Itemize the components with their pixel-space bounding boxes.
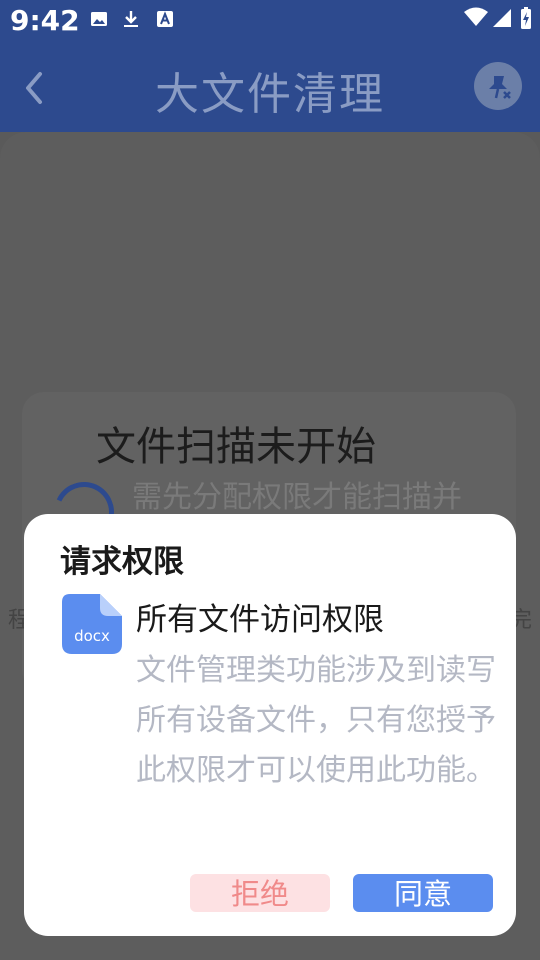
app-bar: 大文件清理 (0, 44, 540, 132)
download-icon (124, 11, 138, 27)
image-icon (91, 12, 107, 26)
scan-status-title: 文件扫描未开始 (96, 424, 376, 470)
pin-button[interactable] (474, 62, 522, 110)
agree-button[interactable]: 同意 (353, 874, 493, 912)
pin-icon (489, 76, 511, 99)
battery-icon (521, 7, 531, 29)
signal-icon (493, 9, 511, 27)
permission-description: 文件管理类功能涉及到读写所有设备文件，只有您授予此权限才可以使用此功能。 (136, 653, 496, 788)
permission-dialog: 请求权限 docx 所有文件访问权限 文件管理类功能涉及到读写所有设备文件，只有… (24, 514, 516, 936)
docx-file-icon: docx (62, 594, 122, 654)
deny-button[interactable]: 拒绝 (190, 874, 330, 912)
status-bar: 9:42 (0, 0, 540, 44)
scan-status-subtitle: 需先分配权限才能扫描并 (132, 480, 462, 515)
wifi-icon (464, 7, 488, 26)
page-title: 大文件清理 (155, 69, 385, 120)
permission-name: 所有文件访问权限 (136, 602, 384, 638)
dialog-title: 请求权限 (60, 544, 184, 580)
docx-icon-label: docx (74, 627, 110, 645)
font-a-icon (157, 11, 173, 27)
status-time: 9:42 (10, 4, 80, 37)
